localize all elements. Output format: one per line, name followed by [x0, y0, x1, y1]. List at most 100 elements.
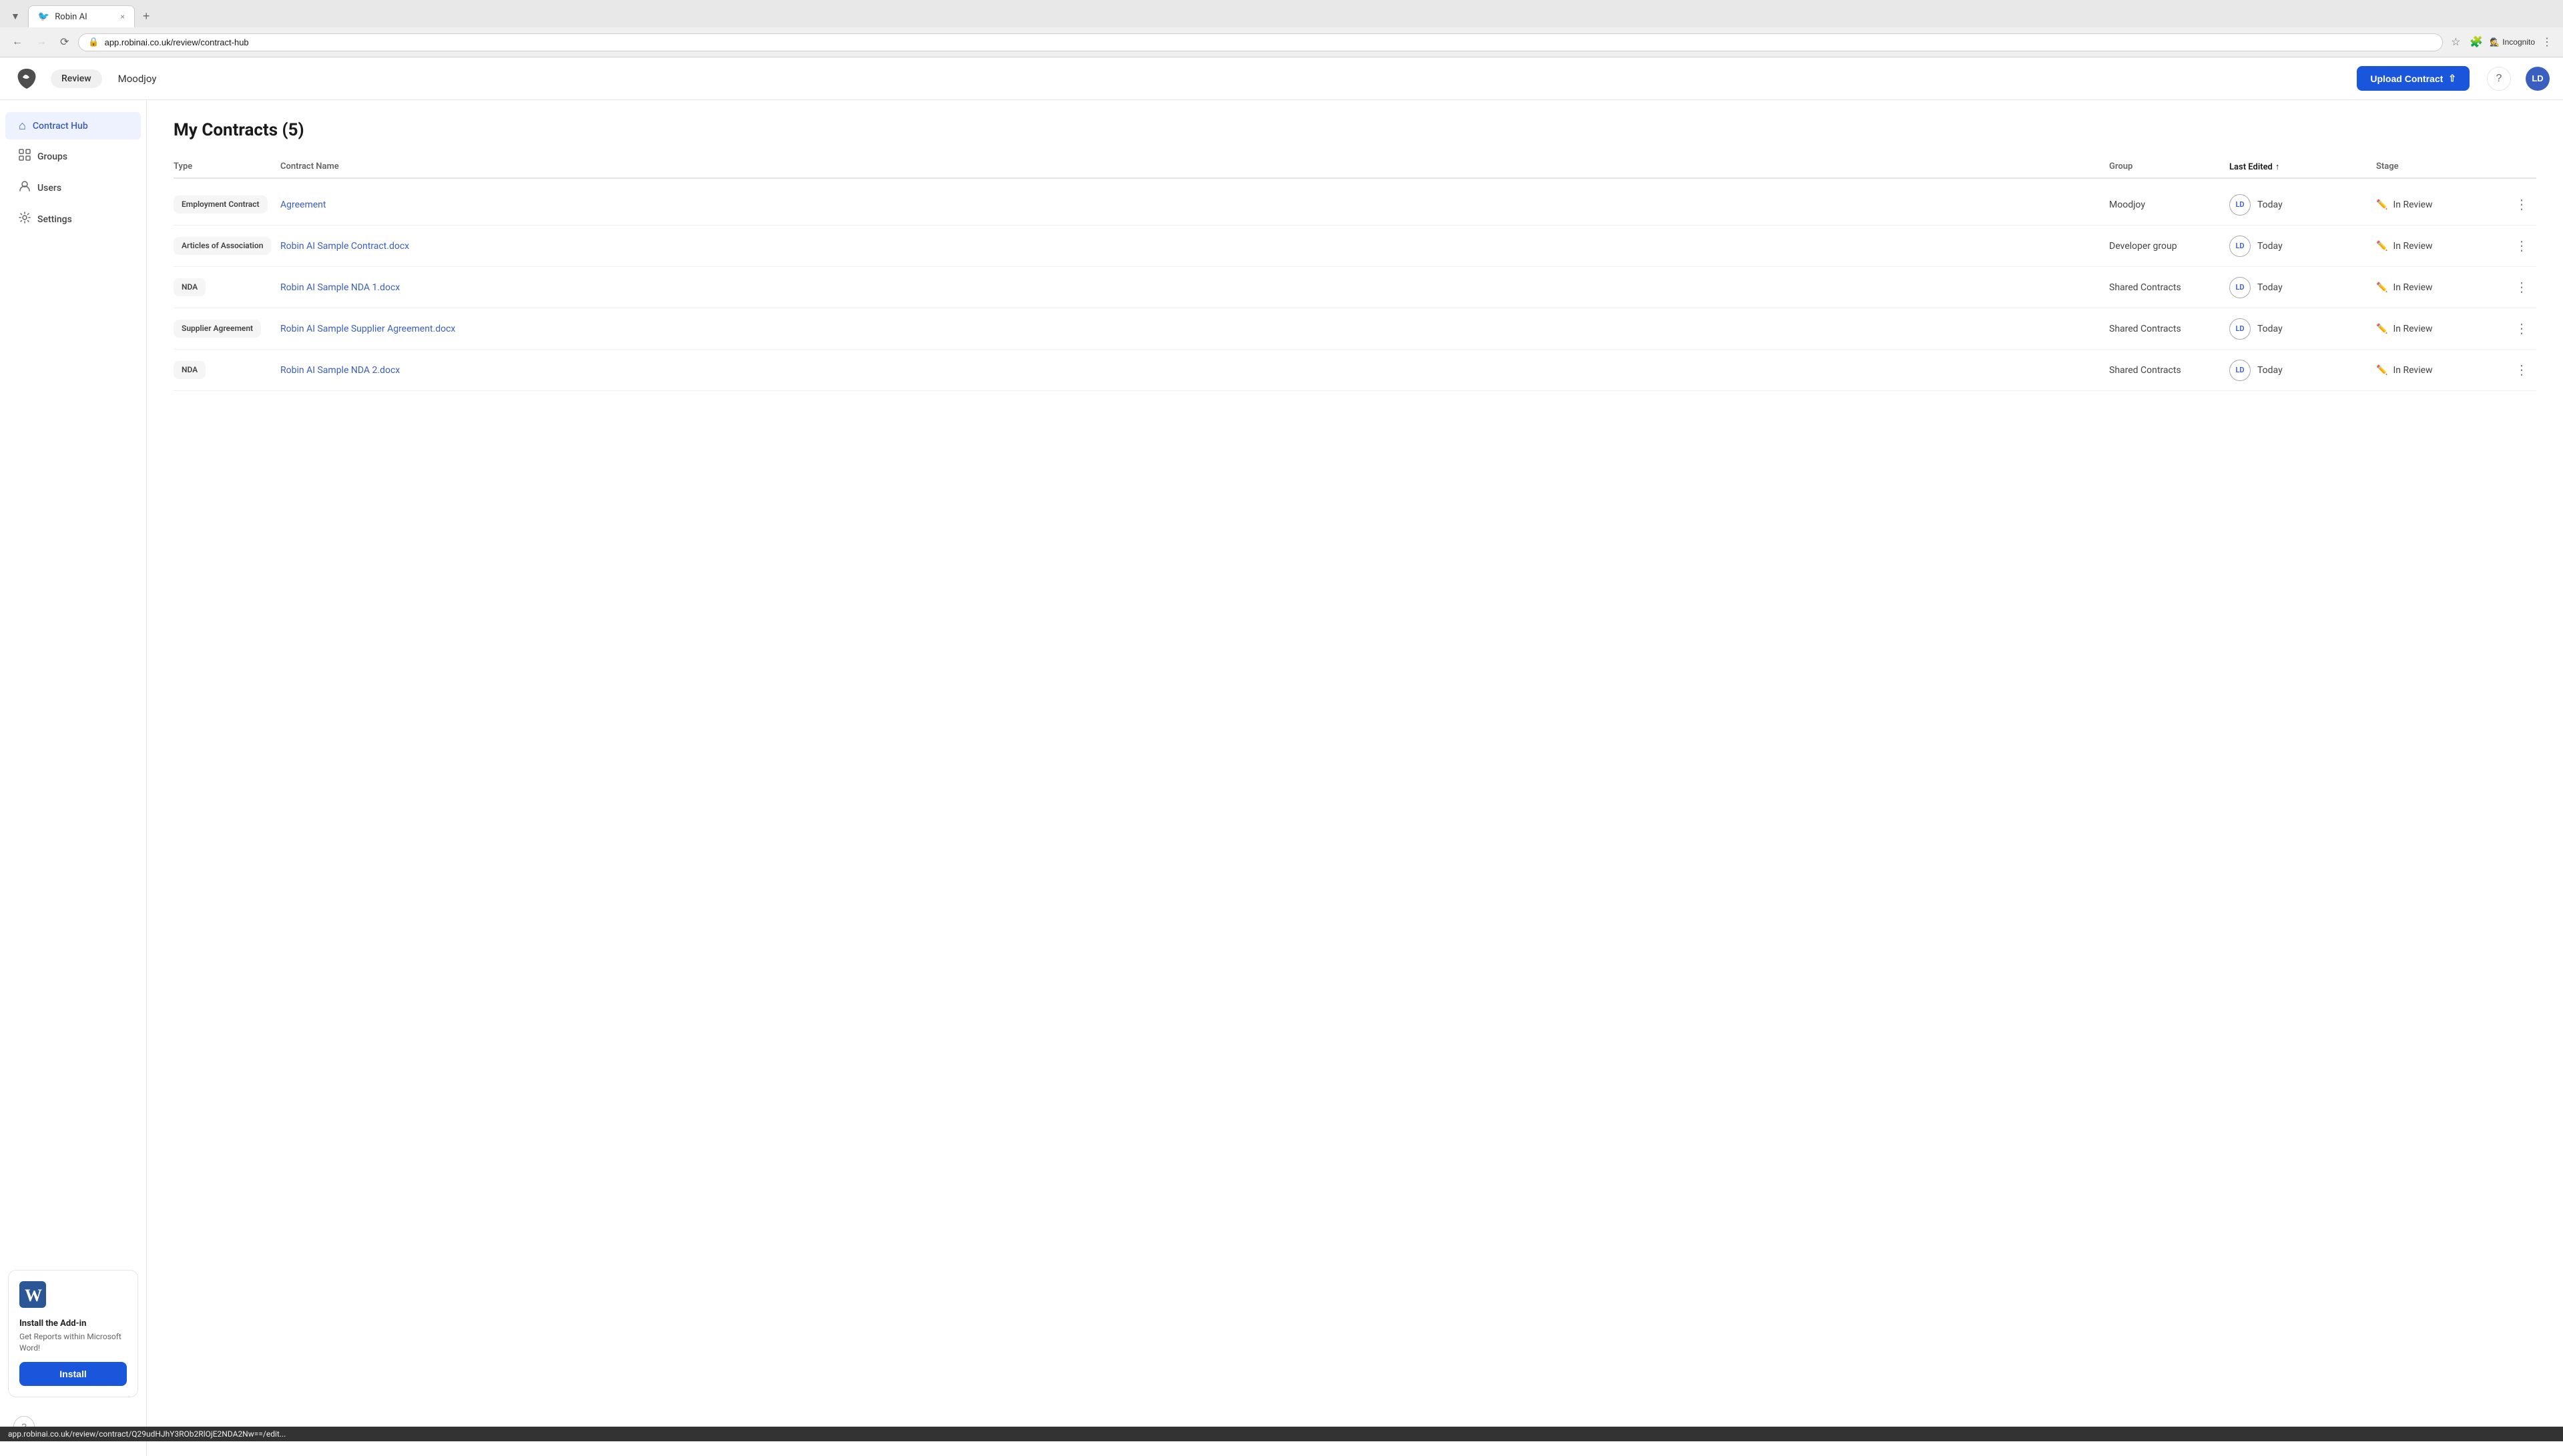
stage-cell: ✏️ In Review [2376, 324, 2510, 334]
upload-icon: ⇧ [2448, 73, 2456, 84]
type-badge: Supplier Agreement [174, 320, 261, 338]
address-bar[interactable]: 🔒 [78, 33, 2443, 51]
group-name: Shared Contracts [2109, 324, 2181, 334]
contract-name-cell: Agreement [280, 200, 2109, 210]
sidebar-label-settings: Settings [37, 214, 72, 225]
group-name: Shared Contracts [2109, 365, 2181, 376]
user-avatar-button[interactable]: LD [2526, 67, 2550, 91]
table-row: Employment Contract Agreement Moodjoy LD… [174, 184, 2536, 226]
contract-type-cell: Employment Contract [174, 196, 280, 214]
browser-tab-robin-ai[interactable]: 🐦 Robin AI × [28, 5, 135, 27]
install-card-description: Get Reports within Microsoft Word! [19, 1331, 127, 1354]
incognito-label: Incognito [2502, 37, 2535, 47]
tab-favicon: 🐦 [38, 11, 49, 22]
contract-type-cell: Supplier Agreement [174, 320, 280, 338]
table-row: Supplier Agreement Robin AI Sample Suppl… [174, 308, 2536, 350]
table-row: NDA Robin AI Sample NDA 1.docx Shared Co… [174, 267, 2536, 308]
page-title: My Contracts (5) [174, 120, 2536, 140]
editor-avatar: LD [2229, 360, 2251, 381]
contract-group-cell: Moodjoy [2109, 200, 2229, 210]
upload-contract-button[interactable]: Upload Contract ⇧ [2357, 66, 2470, 91]
sidebar-item-contract-hub[interactable]: ⌂ Contract Hub [5, 112, 141, 139]
editor-avatar: LD [2229, 194, 2251, 216]
reload-button[interactable]: ⟳ [56, 33, 73, 51]
group-name: Moodjoy [2109, 200, 2145, 210]
new-tab-button[interactable]: + [137, 7, 156, 26]
group-name: Developer group [2109, 241, 2177, 252]
sidebar-item-users[interactable]: Users [5, 173, 141, 202]
sidebar-item-settings[interactable]: Settings [5, 205, 141, 234]
sidebar-item-groups[interactable]: Groups [5, 142, 141, 171]
last-edited-cell: LD Today [2229, 194, 2376, 216]
more-actions-button[interactable]: ⋮ [2510, 318, 2534, 340]
last-edited-cell: LD Today [2229, 360, 2376, 381]
address-bar-row: ← → ⟳ 🔒 ☆ 🧩 🕵 Incognito ⋮ [0, 27, 2563, 57]
sidebar-label-contract-hub: Contract Hub [33, 121, 88, 131]
more-actions-button[interactable]: ⋮ [2510, 235, 2534, 257]
stage-label: In Review [2393, 241, 2432, 252]
editor-avatar: LD [2229, 277, 2251, 298]
more-actions-button[interactable]: ⋮ [2510, 276, 2534, 298]
editor-avatar: LD [2229, 318, 2251, 340]
table-row: Articles of Association Robin AI Sample … [174, 226, 2536, 267]
extensions-btn[interactable]: 🧩 [2467, 33, 2486, 51]
pencil-icon: ✏️ [2376, 282, 2387, 293]
install-addon-card: W Install the Add-in Get Reports within … [8, 1270, 138, 1397]
app-header: Review Moodjoy Upload Contract ⇧ ? LD [0, 57, 2563, 100]
install-button[interactable]: Install [19, 1362, 127, 1386]
stage-cell: ✏️ In Review [2376, 200, 2510, 210]
status-bar: app.robinai.co.uk/review/contract/Q29udH… [0, 1427, 2563, 1441]
more-actions-button[interactable]: ⋮ [2510, 194, 2534, 216]
bookmark-btn[interactable]: ☆ [2448, 33, 2463, 51]
stage-cell: ✏️ In Review [2376, 365, 2510, 376]
url-input[interactable] [105, 37, 2433, 47]
stage-cell: ✏️ In Review [2376, 282, 2510, 293]
browser-actions: ☆ 🧩 🕵 Incognito ⋮ [2448, 33, 2555, 51]
col-stage: Stage [2376, 161, 2510, 172]
main-layout: ⌂ Contract Hub Groups Users [0, 100, 2563, 1456]
incognito-btn[interactable]: 🕵 Incognito [2490, 37, 2535, 47]
sort-icon: ↑ [2275, 161, 2280, 172]
settings-icon [19, 212, 31, 227]
row-actions: ⋮ [2510, 359, 2536, 381]
contract-name-link[interactable]: Robin AI Sample NDA 2.docx [280, 365, 400, 376]
contract-name-cell: Robin AI Sample Supplier Agreement.docx [280, 324, 2109, 334]
col-last-edited[interactable]: Last Edited ↑ [2229, 161, 2376, 172]
stage-label: In Review [2393, 282, 2432, 293]
install-card-title: Install the Add-in [19, 1319, 127, 1329]
type-badge: NDA [174, 361, 206, 380]
contract-name-link[interactable]: Agreement [280, 200, 326, 210]
forward-button[interactable]: → [32, 33, 51, 51]
tab-back-btn[interactable]: ▼ [5, 8, 25, 25]
type-badge: Articles of Association [174, 237, 271, 256]
incognito-icon: 🕵 [2490, 37, 2500, 47]
table-header: Type Contract Name Group Last Edited ↑ S… [174, 156, 2536, 179]
edited-date: Today [2257, 200, 2283, 210]
menu-btn[interactable]: ⋮ [2539, 33, 2555, 51]
table-row: NDA Robin AI Sample NDA 2.docx Shared Co… [174, 350, 2536, 391]
app-logo [13, 65, 40, 92]
help-button[interactable]: ? [2487, 67, 2511, 91]
contracts-list: Employment Contract Agreement Moodjoy LD… [174, 184, 2536, 391]
contract-name-link[interactable]: Robin AI Sample Contract.docx [280, 241, 409, 252]
more-actions-button[interactable]: ⋮ [2510, 359, 2534, 381]
svg-text:W: W [25, 1286, 42, 1305]
contract-group-cell: Developer group [2109, 241, 2229, 252]
sidebar: ⌂ Contract Hub Groups Users [0, 100, 147, 1456]
contract-name-cell: Robin AI Sample Contract.docx [280, 241, 2109, 252]
stage-label: In Review [2393, 200, 2432, 210]
review-badge: Review [51, 69, 102, 88]
tab-close-btn[interactable]: × [120, 12, 124, 21]
org-name: Moodjoy [118, 73, 157, 85]
word-icon: W [19, 1281, 127, 1313]
contract-name-cell: Robin AI Sample NDA 1.docx [280, 282, 2109, 293]
sidebar-label-groups: Groups [37, 151, 67, 162]
back-button[interactable]: ← [8, 33, 27, 51]
group-name: Shared Contracts [2109, 282, 2181, 293]
contract-name-link[interactable]: Robin AI Sample NDA 1.docx [280, 282, 400, 293]
contract-name-link[interactable]: Robin AI Sample Supplier Agreement.docx [280, 324, 455, 334]
tab-bar: ▼ 🐦 Robin AI × + [0, 0, 2563, 27]
col-group: Group [2109, 161, 2229, 172]
home-icon: ⌂ [19, 119, 26, 133]
contract-group-cell: Shared Contracts [2109, 365, 2229, 376]
